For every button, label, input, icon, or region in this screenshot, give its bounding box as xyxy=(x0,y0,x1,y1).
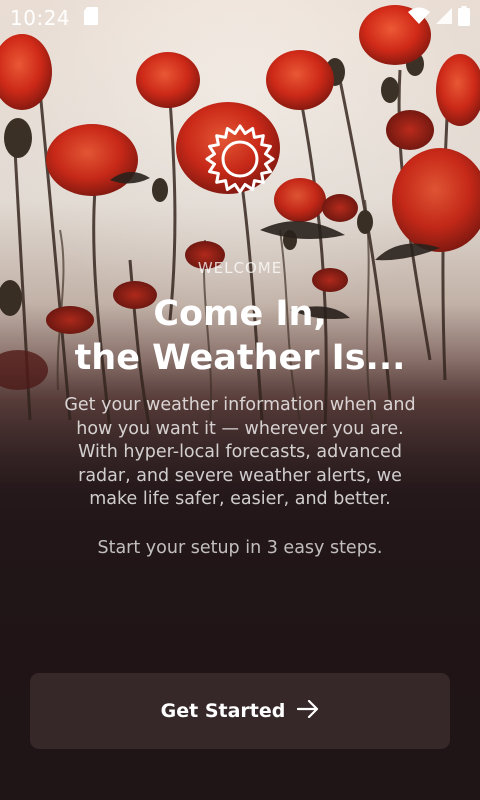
status-left: 10:24 xyxy=(10,6,99,30)
sun-icon xyxy=(205,124,275,194)
get-started-button[interactable]: Get Started xyxy=(30,673,450,749)
battery-icon xyxy=(458,5,470,31)
page-title: Come In, the Weather Is... xyxy=(0,292,480,380)
get-started-label: Get Started xyxy=(160,700,286,722)
setup-steps-text: Start your setup in 3 easy steps. xyxy=(97,538,383,558)
status-right xyxy=(408,5,470,31)
title-line-2: the Weather Is... xyxy=(74,338,406,378)
wifi-icon xyxy=(408,7,430,30)
sd-card-icon xyxy=(84,6,99,30)
cell-signal-icon xyxy=(436,7,452,29)
arrow-right-icon xyxy=(297,699,319,723)
title-line-1: Come In, xyxy=(153,294,327,334)
status-bar: 10:24 xyxy=(0,0,480,36)
welcome-eyebrow: WELCOME xyxy=(197,259,283,277)
status-time: 10:24 xyxy=(10,6,71,30)
welcome-description: Get your weather information when and ho… xyxy=(64,395,416,509)
